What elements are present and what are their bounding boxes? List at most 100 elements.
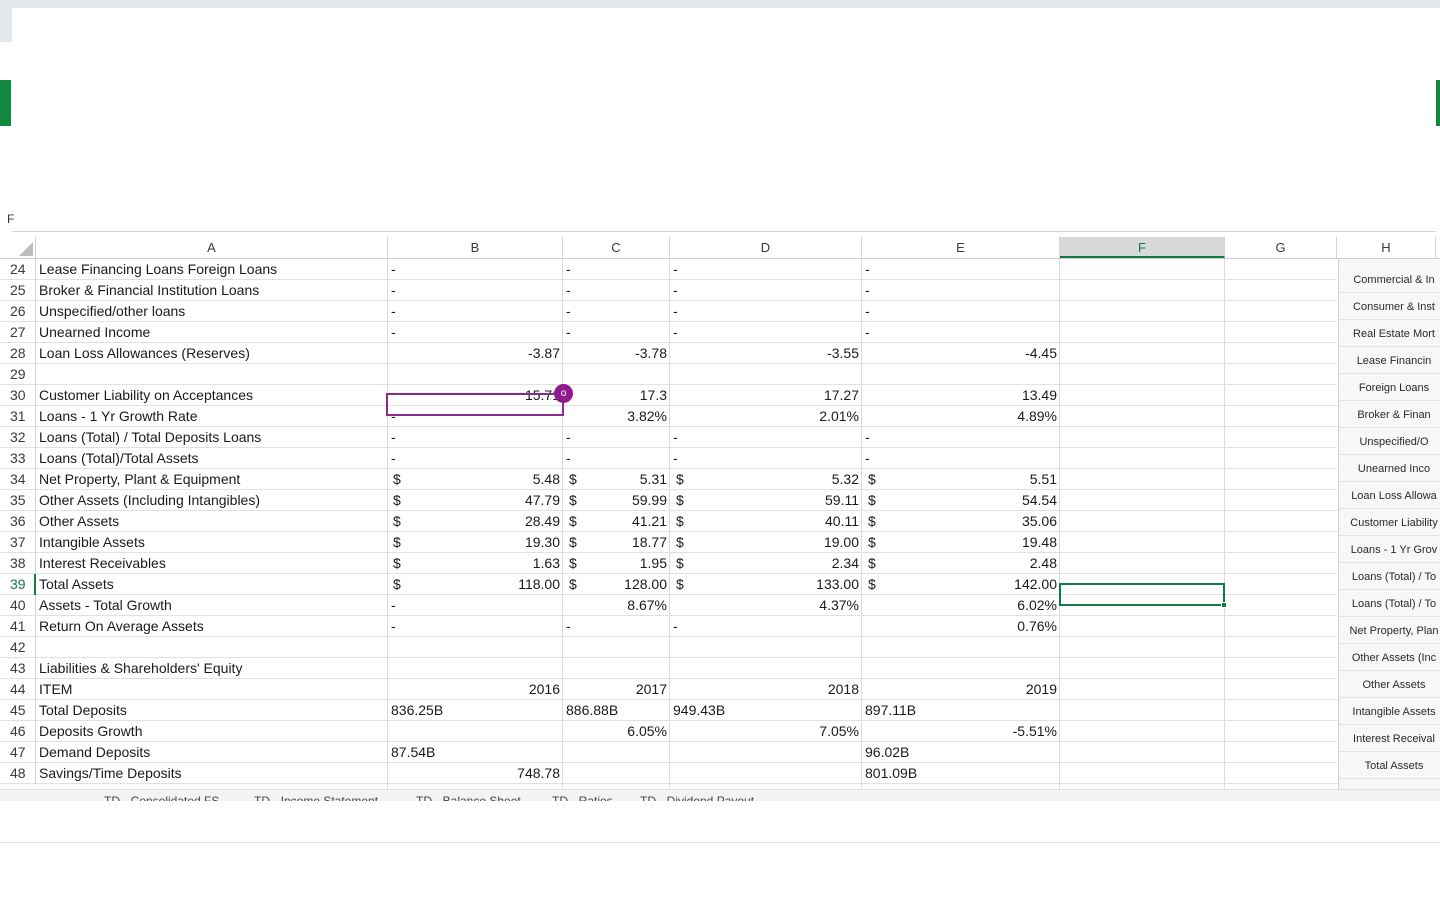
sheet-tab[interactable]: TD - Consolidated FS [104,794,219,801]
cell-e[interactable]: - [862,259,902,280]
cell-d[interactable]: 2018 [670,679,862,700]
row-header[interactable]: 27 [0,322,36,343]
cell-a[interactable]: Other Assets [36,511,388,532]
cell-c[interactable]: - [563,616,603,637]
nav-pane-item[interactable]: Loans (Total) / To [1339,564,1440,590]
cell-e[interactable]: - [862,301,902,322]
cell-a[interactable]: Liabilities & Shareholders' Equity [36,658,388,679]
cell-b[interactable]: -3.87 [388,343,563,364]
row-header[interactable]: 26 [0,301,36,322]
cell-e[interactable]: 35.06 [862,511,1060,532]
nav-pane-item[interactable]: Commercial & In [1339,267,1440,293]
cell-d[interactable]: 949.43B [670,700,790,721]
cell-b[interactable]: 47.79 [388,490,563,511]
cell-d[interactable]: - [670,322,710,343]
nav-pane-item[interactable]: Lease Financin [1339,348,1440,374]
cell-c[interactable]: 2017 [563,679,670,700]
nav-pane-item[interactable]: Loan Loss Allowa [1339,483,1440,509]
row-header[interactable]: 29 [0,364,36,385]
row-header[interactable]: 46 [0,721,36,742]
row-header[interactable]: 34 [0,469,36,490]
cell-a[interactable]: ITEM [36,679,388,700]
row-header[interactable]: 28 [0,343,36,364]
column-header-d[interactable]: D [670,237,862,258]
row-header[interactable]: 37 [0,532,36,553]
cell-e[interactable]: 19.48 [862,532,1060,553]
cell-b[interactable]: - [388,259,428,280]
row-header[interactable]: 30 [0,385,36,406]
nav-pane-item[interactable]: Other Assets (Inc [1339,645,1440,671]
cell-e[interactable]: 13.49 [862,385,1060,406]
sheet-tab[interactable]: TD - Dividend Payout [640,794,754,801]
cell-d[interactable]: - [670,448,710,469]
cell-e[interactable]: 897.11B [862,700,982,721]
cell-e[interactable]: 54.54 [862,490,1060,511]
collaborator-cursor-badge[interactable]: o [554,384,573,403]
cell-e[interactable]: 96.02B [862,742,982,763]
cell-d[interactable]: 17.27 [670,385,862,406]
cell-d[interactable]: 133.00 [670,574,862,595]
row-header[interactable]: 31 [0,406,36,427]
nav-pane-item[interactable]: Unearned Inco [1339,456,1440,482]
cell-a[interactable]: Net Property, Plant & Equipment [36,469,388,490]
cell-c[interactable]: 6.05% [563,721,670,742]
cell-b[interactable]: - [388,427,428,448]
cell-a[interactable]: Other Assets (Including Intangibles) [36,490,388,511]
row-header[interactable]: 24 [0,259,36,280]
sheet-tab[interactable]: TD - Income Statement [254,794,378,801]
cell-b[interactable]: - [388,322,428,343]
nav-pane-item[interactable]: Unspecified/O [1339,429,1440,455]
cell-a[interactable]: Customer Liability on Acceptances [36,385,388,406]
cell-c[interactable]: -3.78 [563,343,670,364]
column-header-f[interactable]: F [1060,237,1225,258]
cell-b[interactable]: 748.78 [388,763,563,784]
sheet-tab[interactable]: TD - Ratios [552,794,613,801]
cell-e[interactable]: 2.48 [862,553,1060,574]
cell-e[interactable]: 0.76% [862,616,1060,637]
cell-e[interactable]: 6.02% [862,595,1060,616]
column-header-e[interactable]: E [862,237,1060,258]
cell-c[interactable]: 17.3 [563,385,670,406]
cell-b[interactable]: 19.30 [388,532,563,553]
cell-d[interactable]: 59.11 [670,490,862,511]
cell-d[interactable]: 40.11 [670,511,862,532]
cell-a[interactable]: Broker & Financial Institution Loans [36,280,388,301]
cell-b[interactable]: 836.25B [388,700,508,721]
cell-d[interactable]: -3.55 [670,343,862,364]
cell-e[interactable]: 4.89% [862,406,1060,427]
cell-d[interactable]: - [670,259,710,280]
row-header[interactable]: 33 [0,448,36,469]
sheet-grid[interactable]: 24 Lease Financing Loans Foreign Loans - - -… [0,259,1337,789]
cell-b[interactable]: 2016 [388,679,563,700]
cell-b[interactable]: 118.00 [388,574,563,595]
cell-c[interactable]: - [563,280,603,301]
cell-a[interactable]: Unearned Income [36,322,388,343]
cell-d[interactable]: 5.32 [670,469,862,490]
cell-e[interactable]: -4.45 [862,343,1060,364]
row-header[interactable]: 32 [0,427,36,448]
cell-e[interactable]: 801.09B [862,763,982,784]
nav-pane-item[interactable]: Customer Liability [1339,510,1440,536]
active-cell-f39[interactable] [1059,583,1227,608]
cell-d[interactable]: 2.01% [670,406,862,427]
cell-a[interactable]: Total Assets [36,574,388,595]
row-header[interactable]: 43 [0,658,36,679]
cell-d[interactable]: - [670,280,710,301]
cell-b[interactable]: - [388,616,428,637]
cell-d[interactable]: - [670,616,710,637]
nav-pane-item[interactable]: Foreign Loans [1339,375,1440,401]
cell-a[interactable]: Interest Receivables [36,553,388,574]
nav-pane-item[interactable]: Interest Receival [1339,726,1440,752]
cell-a[interactable]: Savings/Time Deposits [36,763,388,784]
cell-b[interactable]: - [388,448,428,469]
cell-e[interactable]: 2019 [862,679,1060,700]
row-header[interactable]: 44 [0,679,36,700]
row-header[interactable]: 41 [0,616,36,637]
cell-c[interactable]: 3.82% [563,406,670,427]
cell-a[interactable]: Intangible Assets [36,532,388,553]
column-header-b[interactable]: B [388,237,563,258]
row-header[interactable]: 40 [0,595,36,616]
cell-b[interactable]: - [388,280,428,301]
cell-d[interactable]: 4.37% [670,595,862,616]
cell-e[interactable]: - [862,322,902,343]
